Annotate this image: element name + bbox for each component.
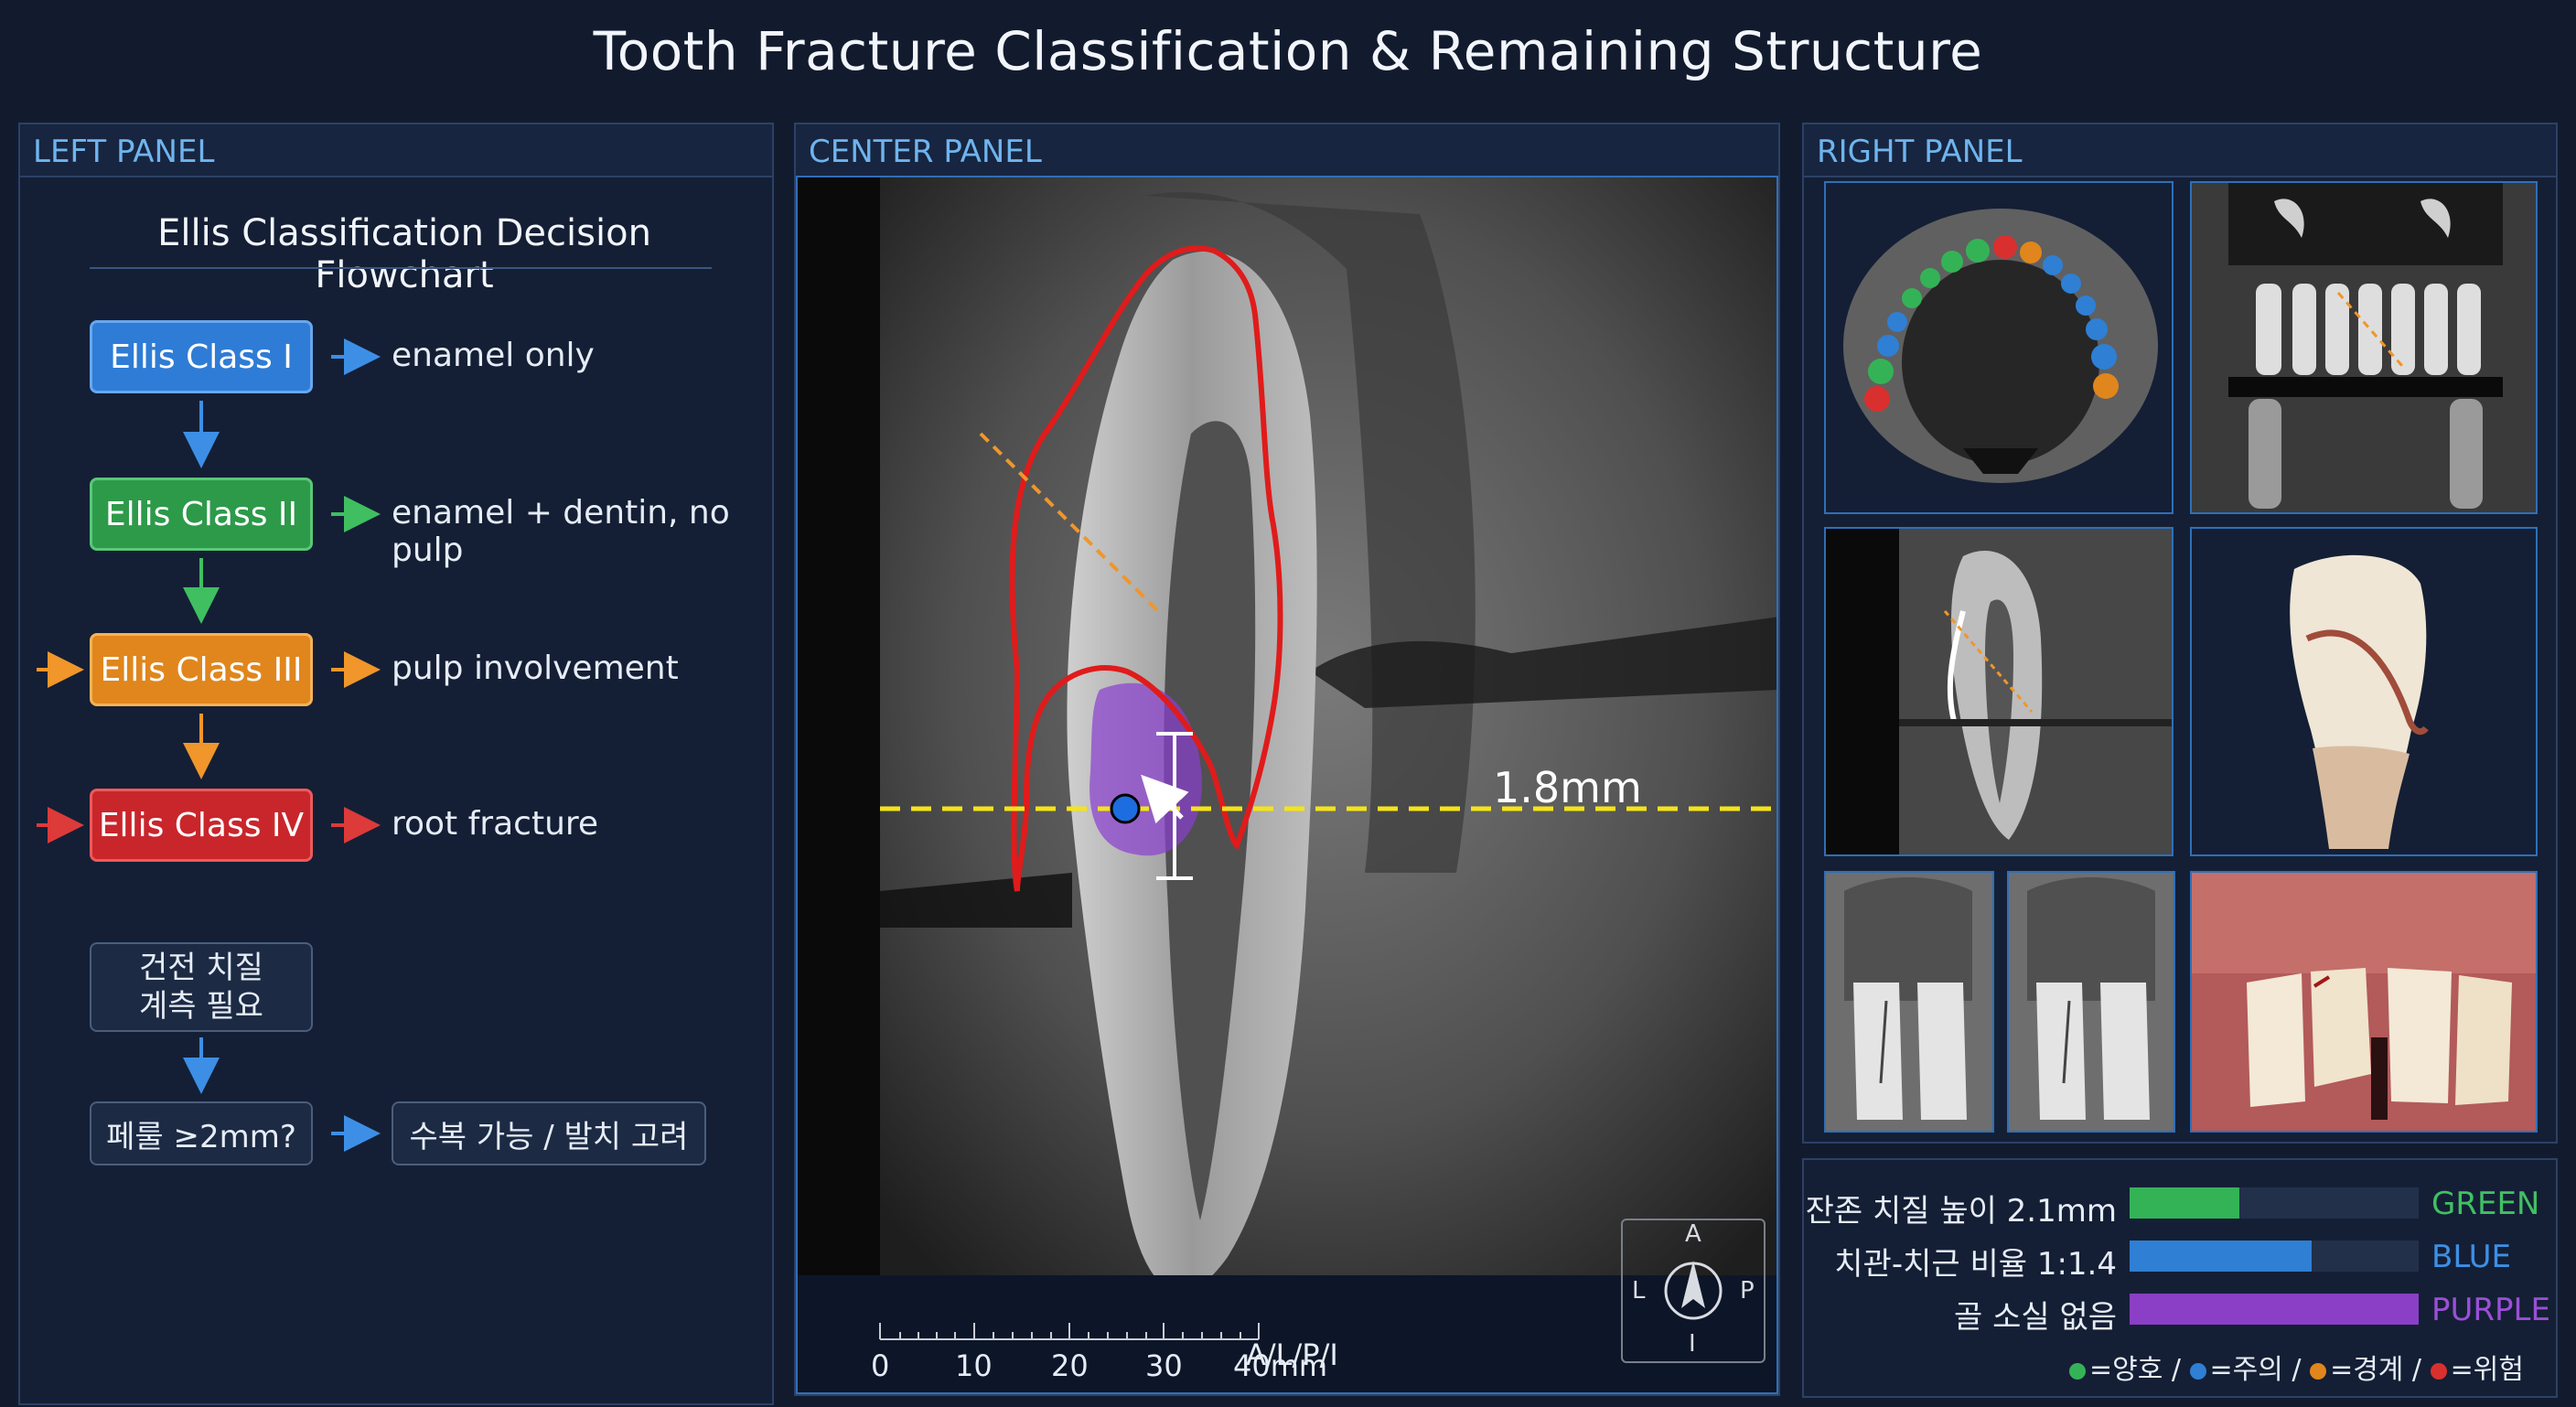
tooth-3d-model-image: [2290, 554, 2429, 849]
right-panel-header-label: RIGHT PANEL: [1817, 134, 2023, 170]
compass-i: I: [1689, 1330, 1696, 1358]
ruler-label-30: 30: [1145, 1348, 1183, 1383]
clinical-photo-image: [2192, 873, 2536, 1131]
ruler-label-0: 0: [871, 1348, 890, 1383]
periapical-xray-1-image: [1826, 873, 1992, 1131]
coronal-cbct-view[interactable]: [2190, 181, 2538, 514]
ruler-label-10: 10: [955, 1348, 993, 1383]
metric-crown-root-ratio-fill: [2130, 1241, 2313, 1272]
orientation-compass[interactable]: A L P I: [1621, 1219, 1766, 1363]
metric-crown-root-ratio-label: 치관-치근 비율 1:1.4: [1834, 1246, 2117, 1283]
measure-line-2: 계측 필요: [139, 988, 263, 1025]
axial-arch-image: [1843, 209, 2158, 483]
ferrule-question-box: 페룰 ≥2mm?: [90, 1101, 313, 1165]
legend-caution: =주의 /: [2209, 1354, 2302, 1386]
sagittal-thumbnail-image: [1826, 529, 2172, 854]
flowchart-arrows: [37, 338, 381, 1152]
ruler-label-40mm: 40mm: [1233, 1348, 1328, 1383]
ellis-class-3-desc: pulp involvement: [392, 650, 679, 687]
measurement-label: 1.8mm: [1493, 763, 1642, 812]
restorable-or-extract-box: 수복 가능 / 발치 고려: [392, 1101, 706, 1165]
ellis-class-4-box: Ellis Class IV: [90, 789, 313, 862]
legend-borderline: =경계 /: [2330, 1354, 2422, 1386]
compass-a: A: [1685, 1220, 1701, 1248]
left-panel: LEFT PANEL Ellis Classification Decision…: [18, 123, 774, 1405]
center-panel-header-label: CENTER PANEL: [809, 134, 1042, 170]
metric-bone-loss-fill: [2130, 1294, 2419, 1325]
legend-good: =양호 /: [2089, 1354, 2181, 1386]
ellis-class-4-desc: root fracture: [392, 805, 599, 843]
metric-remaining-height-color: GREEN: [2431, 1186, 2540, 1222]
legend-good-dot: [2069, 1362, 2086, 1380]
ellis-class-2-box: Ellis Class II: [90, 478, 313, 551]
legend-borderline-dot: [2310, 1362, 2327, 1380]
ellis-class-3-box: Ellis Class III: [90, 633, 313, 706]
metric-bone-loss-color: PURPLE: [2431, 1292, 2550, 1328]
metric-crown-root-ratio-bar: [2130, 1241, 2419, 1272]
compass-p: P: [1740, 1277, 1755, 1305]
ellis-class-1-desc: enamel only: [392, 337, 595, 374]
compass-l: L: [1632, 1277, 1646, 1305]
periapical-xray-2-image: [2009, 873, 2174, 1131]
ellis-class-1-box: Ellis Class I: [90, 320, 313, 393]
metrics-panel: 잔존 치질 높이 2.1mm GREEN 치관-치근 비율 1:1.4 BLUE…: [1802, 1158, 2558, 1398]
metric-bone-loss-bar: [2130, 1294, 2419, 1325]
right-panel: RIGHT PANEL: [1802, 123, 2558, 1144]
metric-remaining-height-bar: [2130, 1187, 2419, 1219]
tooth-3d-model-view[interactable]: [2190, 527, 2538, 856]
right-panel-header: RIGHT PANEL: [1804, 124, 2556, 177]
page-title: Tooth Fracture Classification & Remainin…: [593, 20, 1983, 82]
status-legend: =양호 / =주의 / =경계 / =위험: [2069, 1347, 2524, 1387]
measure-sound-structure-box: 건전 치질 계측 필요: [90, 942, 313, 1032]
periapical-xray-1[interactable]: [1824, 871, 1994, 1133]
ellis-class-2-desc: enamel + dentin, no pulp: [392, 494, 730, 569]
axial-arch-view[interactable]: [1824, 181, 2174, 514]
center-panel: CENTER PANEL 1.8mm A/L/P/I 0 10 20 30 40…: [794, 123, 1780, 1396]
coronal-cbct-image: [2192, 183, 2536, 512]
metric-crown-root-ratio-color: BLUE: [2431, 1239, 2511, 1275]
legend-danger-dot: [2430, 1362, 2447, 1380]
sagittal-thumbnail-view[interactable]: [1824, 527, 2174, 856]
legend-danger: =위험: [2450, 1354, 2524, 1386]
measure-line-1: 건전 치질: [139, 950, 263, 986]
clinical-photo[interactable]: [2190, 871, 2538, 1133]
measurement-point: [1110, 793, 1141, 824]
center-panel-header: CENTER PANEL: [796, 124, 1778, 177]
legend-caution-dot: [2189, 1362, 2206, 1380]
ruler-label-20: 20: [1051, 1348, 1089, 1383]
cbct-sagittal-view[interactable]: 1.8mm A/L/P/I 0 10 20 30 40mm A L P I: [796, 176, 1778, 1394]
metric-remaining-height-label: 잔존 치질 높이 2.1mm: [1805, 1193, 2117, 1230]
metric-bone-loss-label: 골 소실 없음: [1953, 1299, 2117, 1336]
metric-remaining-height-fill: [2130, 1187, 2240, 1219]
periapical-xray-2[interactable]: [2007, 871, 2175, 1133]
